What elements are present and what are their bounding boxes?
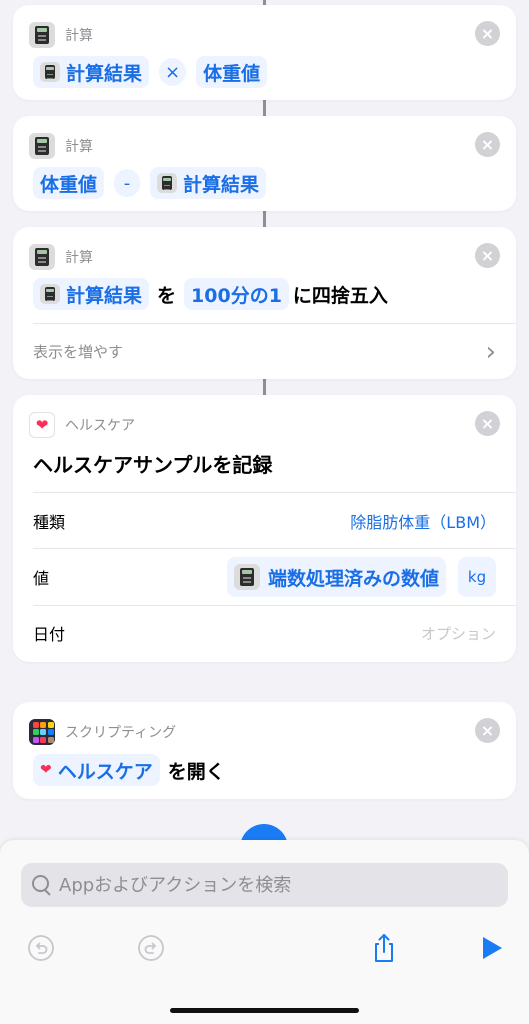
search-field[interactable] bbox=[21, 863, 508, 907]
precision-selector[interactable]: 100分の1 bbox=[184, 278, 289, 310]
calculation-params: 計算結果 × 体重値 bbox=[33, 56, 268, 88]
editor-toolbar bbox=[0, 928, 529, 984]
play-icon bbox=[483, 937, 502, 959]
token-label: 計算結果 bbox=[66, 284, 143, 307]
operator-selector[interactable]: - bbox=[114, 169, 141, 197]
connector-line bbox=[263, 379, 266, 395]
undo-icon bbox=[28, 935, 54, 961]
value-input-group: 端数処理済みの数値 kg bbox=[226, 557, 496, 597]
remove-action-button[interactable]: × bbox=[475, 718, 500, 743]
share-icon bbox=[375, 934, 393, 962]
remove-action-button[interactable]: × bbox=[475, 21, 500, 46]
card-header: スクリプティング bbox=[29, 718, 176, 746]
calculator-icon bbox=[40, 62, 60, 82]
round-suffix-text: に四捨五入 bbox=[292, 284, 388, 307]
operator-selector[interactable]: × bbox=[159, 58, 187, 86]
home-indicator bbox=[170, 1008, 359, 1013]
health-heart-icon: ❤ bbox=[40, 762, 52, 778]
remove-action-button[interactable]: × bbox=[475, 243, 500, 268]
unit-selector[interactable]: kg bbox=[458, 557, 496, 597]
date-field-row[interactable]: 日付 オプション bbox=[33, 606, 496, 660]
action-title: ヘルスケアサンプルを記録 bbox=[33, 453, 273, 477]
redo-icon bbox=[138, 935, 164, 961]
open-action-text: を開く bbox=[167, 760, 225, 783]
round-params: 計算結果 を 100分の1 に四捨五入 bbox=[33, 278, 396, 310]
log-health-sample-action-card[interactable]: ❤ ヘルスケア × ヘルスケアサンプルを記録 種類 除脂肪体重（LBM） 値 端… bbox=[13, 395, 516, 662]
variable-token-calc-result[interactable]: 計算結果 bbox=[33, 278, 150, 310]
health-heart-icon: ❤ bbox=[29, 412, 55, 438]
search-icon bbox=[31, 874, 53, 896]
card-header: 計算 bbox=[29, 132, 93, 160]
calculator-icon bbox=[29, 244, 55, 270]
action-category-label: 計算 bbox=[65, 139, 93, 155]
calculator-icon bbox=[233, 564, 260, 590]
date-label: 日付 bbox=[33, 625, 66, 644]
open-app-params: ❤ ヘルスケア を開く bbox=[33, 754, 233, 786]
round-number-action-card[interactable]: 計算 × 計算結果 を 100分の1 に四捨五入 表示を増やす › bbox=[13, 227, 516, 379]
calculator-icon bbox=[157, 173, 178, 193]
calculation-params: 体重値 - 計算結果 bbox=[33, 167, 267, 199]
action-category-label: スクリプティング bbox=[65, 725, 177, 741]
scripting-grid-icon bbox=[29, 719, 55, 745]
share-button[interactable] bbox=[364, 928, 404, 968]
token-label: 計算結果 bbox=[183, 173, 260, 196]
token-label: 計算結果 bbox=[66, 62, 143, 85]
connector-line bbox=[263, 100, 266, 116]
connector-line bbox=[263, 211, 266, 227]
show-more-row[interactable]: 表示を増やす › bbox=[33, 324, 496, 379]
action-category-label: 計算 bbox=[65, 28, 93, 44]
redo-button[interactable] bbox=[131, 928, 171, 968]
show-more-label: 表示を増やす bbox=[33, 343, 124, 361]
action-category-label: 計算 bbox=[65, 250, 93, 266]
calculator-icon bbox=[40, 284, 60, 304]
variable-token-calc-result[interactable]: 計算結果 bbox=[33, 56, 150, 88]
card-header: 計算 bbox=[29, 243, 93, 271]
search-input[interactable] bbox=[59, 874, 479, 896]
particle-text: を bbox=[157, 284, 177, 307]
variable-token-weight[interactable]: 体重値 bbox=[196, 56, 268, 88]
calculator-icon bbox=[29, 22, 55, 48]
variable-token-weight[interactable]: 体重値 bbox=[33, 167, 105, 199]
action-search-sheet bbox=[0, 840, 529, 1024]
type-label: 種類 bbox=[33, 513, 66, 532]
token-label: ヘルスケア bbox=[57, 760, 153, 783]
app-token-health[interactable]: ❤ ヘルスケア bbox=[33, 754, 160, 786]
undo-button[interactable] bbox=[21, 928, 61, 968]
calculate-action-card-1[interactable]: 計算 × 計算結果 × 体重値 bbox=[13, 5, 516, 100]
remove-action-button[interactable]: × bbox=[475, 411, 500, 436]
calculator-icon bbox=[29, 133, 55, 159]
remove-action-button[interactable]: × bbox=[475, 132, 500, 157]
open-app-action-card[interactable]: スクリプティング × ❤ ヘルスケア を開く bbox=[13, 702, 516, 799]
date-placeholder[interactable]: オプション bbox=[421, 623, 496, 644]
type-value[interactable]: 除脂肪体重（LBM） bbox=[350, 509, 496, 533]
run-button[interactable] bbox=[472, 928, 512, 968]
card-header: 計算 bbox=[29, 21, 93, 49]
type-field-row[interactable]: 種類 除脂肪体重（LBM） bbox=[33, 493, 496, 549]
action-category-label: ヘルスケア bbox=[65, 418, 135, 434]
value-label: 値 bbox=[33, 569, 50, 588]
variable-token-calc-result[interactable]: 計算結果 bbox=[150, 167, 267, 199]
variable-token-rounded-number[interactable]: 端数処理済みの数値 bbox=[226, 557, 446, 597]
calculate-action-card-2[interactable]: 計算 × 体重値 - 計算結果 bbox=[13, 116, 516, 211]
token-label: 端数処理済みの数値 bbox=[267, 567, 439, 590]
chevron-right-icon: › bbox=[485, 336, 496, 367]
card-header: ❤ ヘルスケア bbox=[29, 411, 135, 439]
value-field-row: 値 端数処理済みの数値 kg bbox=[33, 549, 496, 605]
